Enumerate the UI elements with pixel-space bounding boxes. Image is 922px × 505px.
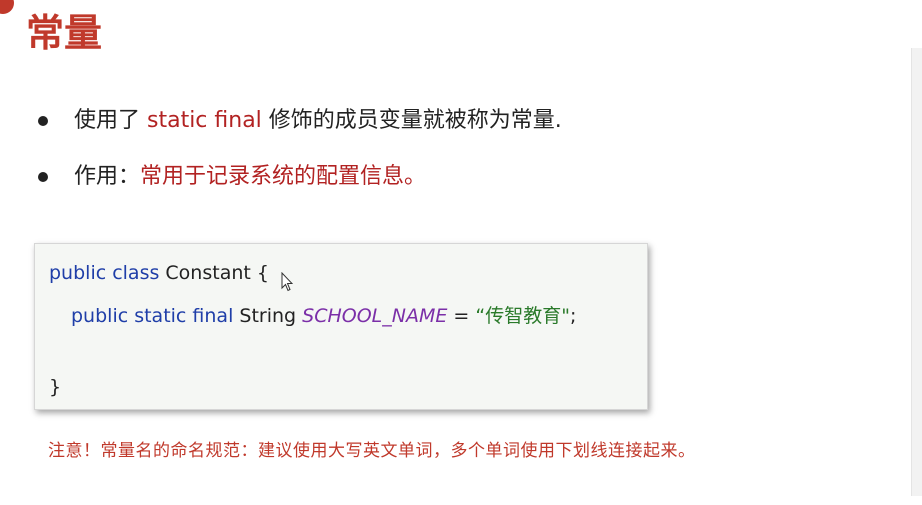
bullet-text: 作用：常用于记录系统的配置信息。 xyxy=(38,164,426,189)
code-string: “传智教育" xyxy=(475,305,570,327)
bullet-dot-icon xyxy=(38,172,48,182)
bullet-suffix: 修饰的成员变量就被称为常量. xyxy=(261,108,562,133)
bullet-dot-icon xyxy=(38,116,48,126)
page-title: 常量 xyxy=(26,11,103,55)
code-type: String xyxy=(233,305,303,327)
code-keyword: public static final xyxy=(71,305,234,327)
naming-convention-note: 注意！常量名的命名规范：建议使用大写英文单词，多个单词使用下划线连接起来。 xyxy=(48,441,696,461)
mouse-pointer-icon xyxy=(281,272,293,292)
code-line-class: public class Constant { xyxy=(49,262,269,284)
code-class-name: Constant { xyxy=(159,262,269,284)
bullet-highlight: 常用于记录系统的配置信息。 xyxy=(140,164,427,189)
bullet-prefix: 作用： xyxy=(74,164,141,189)
code-line-field: public static final String SCHOOL_NAME =… xyxy=(71,301,576,328)
code-constant-name: SCHOOL_NAME xyxy=(302,305,448,327)
bullet-list: 使用了 static final 修饰的成员变量就被称为常量. 作用：常用于记录… xyxy=(38,104,562,216)
code-keyword: public class xyxy=(49,262,160,284)
bullet-prefix: 使用了 xyxy=(74,108,147,133)
corner-decoration xyxy=(0,0,14,14)
bullet-item-definition: 使用了 static final 修饰的成员变量就被称为常量. xyxy=(38,104,562,160)
code-line-close: } xyxy=(49,376,62,398)
bullet-item-purpose: 作用：常用于记录系统的配置信息。 xyxy=(38,160,562,216)
scrollbar-track[interactable] xyxy=(911,48,922,496)
code-snippet: public class Constant { public static fi… xyxy=(34,243,648,410)
bullet-highlight: static final xyxy=(147,108,262,133)
code-assign: = xyxy=(447,305,476,327)
bullet-text: 使用了 static final 修饰的成员变量就被称为常量. xyxy=(38,108,562,133)
code-semicolon: ; xyxy=(569,305,577,327)
